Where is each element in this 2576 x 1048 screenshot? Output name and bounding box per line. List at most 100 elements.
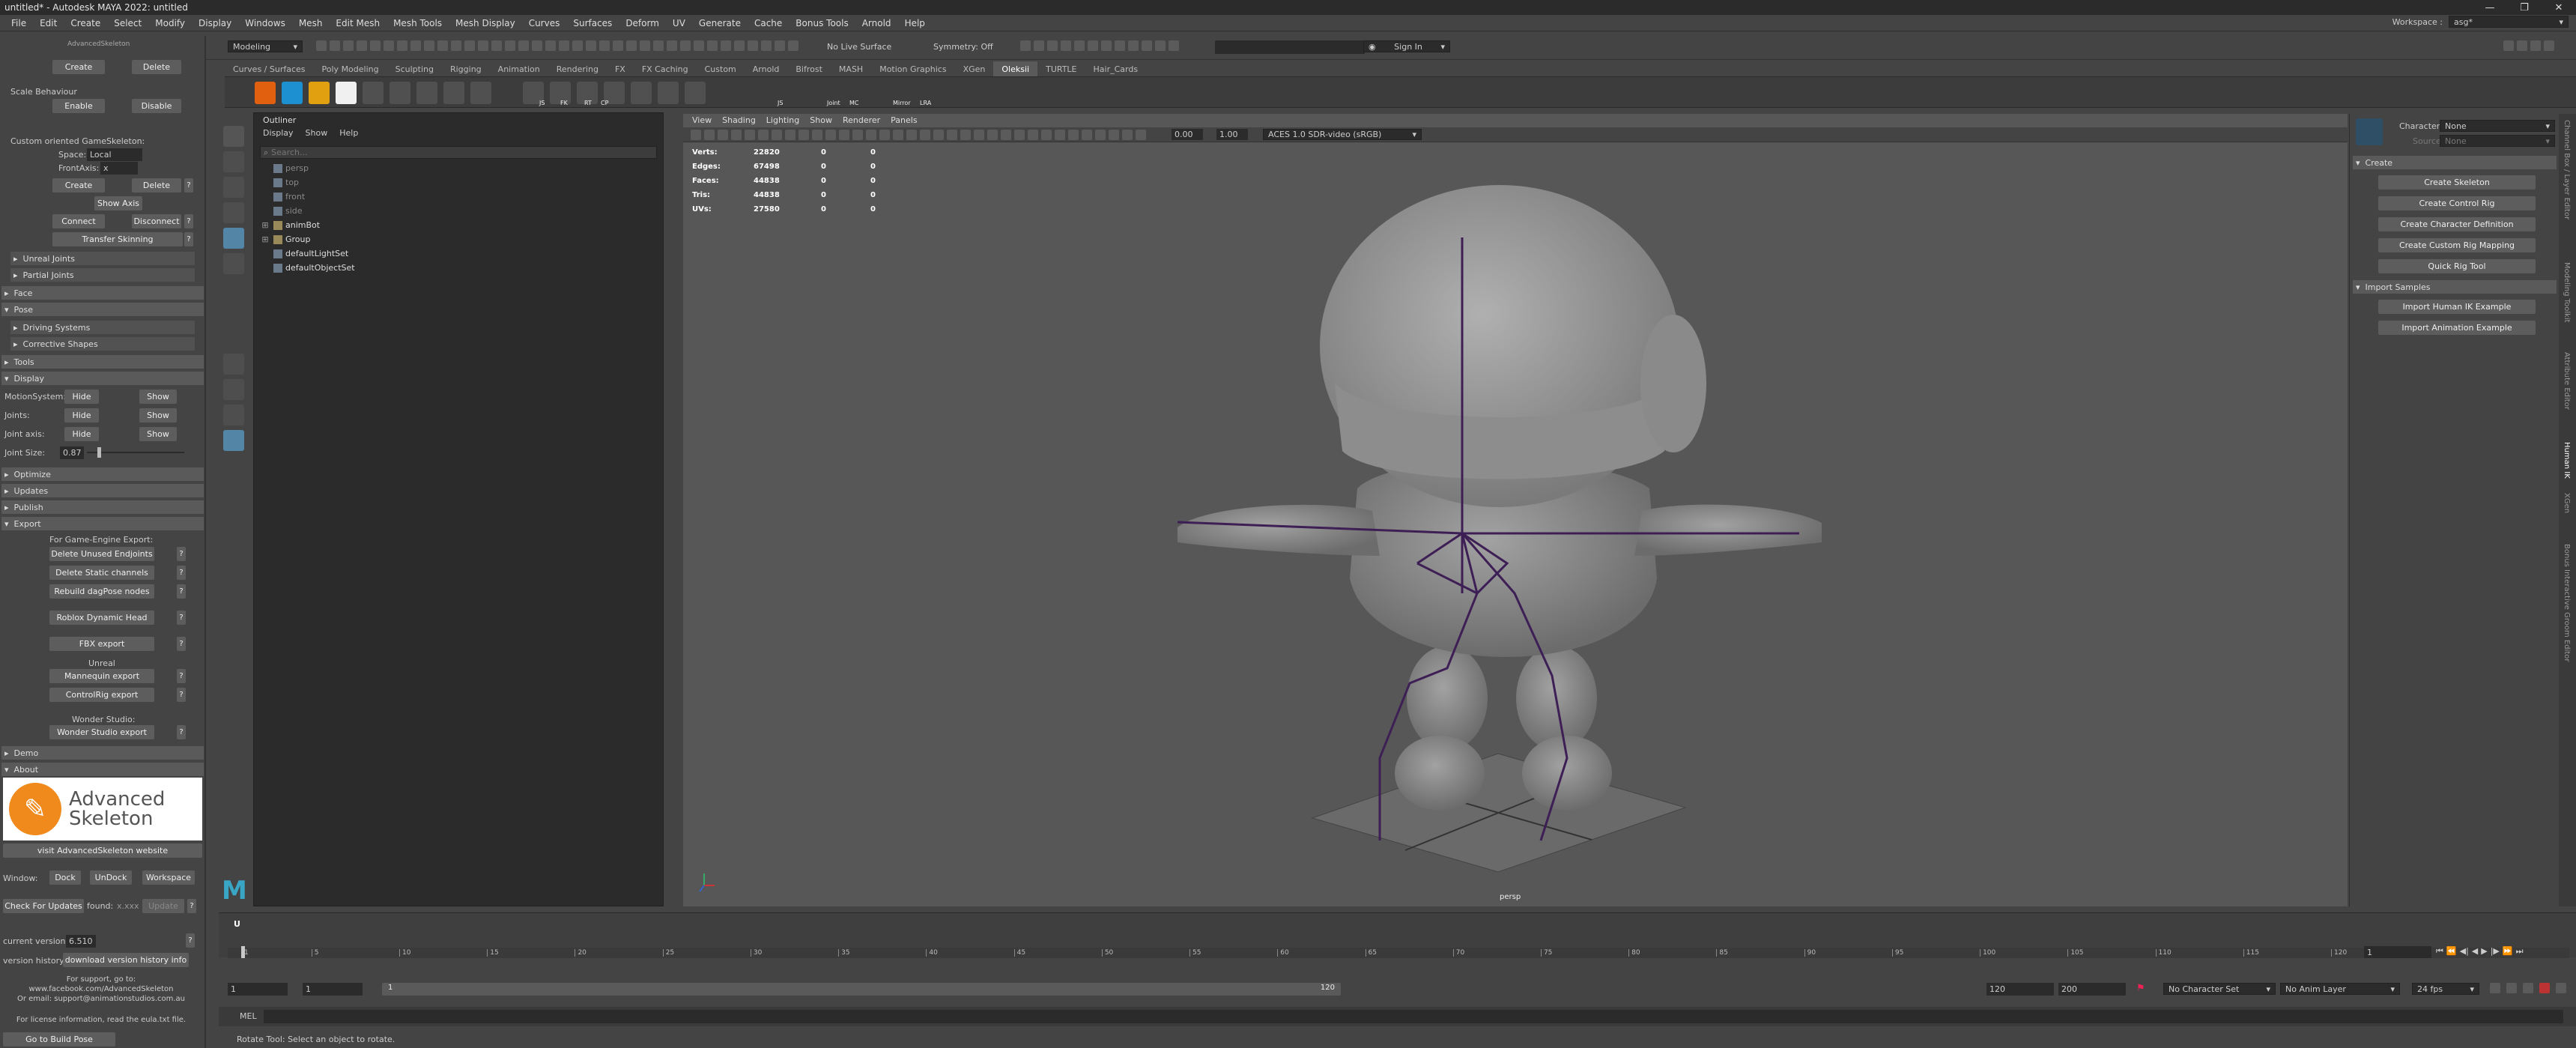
shelf-tab-motion-graphics[interactable]: Motion Graphics: [871, 61, 954, 76]
shelf-tool-icon[interactable]: [631, 82, 652, 104]
menu-select[interactable]: Select: [107, 18, 148, 28]
shelf-tab-animation[interactable]: Animation: [490, 61, 548, 76]
statusline-tool-icon[interactable]: [748, 40, 758, 51]
menu-edit[interactable]: Edit: [33, 18, 64, 28]
menu-arnold[interactable]: Arnold: [855, 18, 898, 28]
game-delete-button[interactable]: Delete: [132, 178, 181, 193]
current-frame-field[interactable]: 1: [2364, 946, 2431, 958]
menu-set-dropdown[interactable]: Modeling ▾: [228, 40, 303, 52]
statusline-tool-icon[interactable]: [586, 40, 596, 51]
shelf-tab-fx[interactable]: FX: [607, 61, 634, 76]
statusline-tool-icon[interactable]: [505, 40, 515, 51]
updates-section[interactable]: ▸ Updates: [1, 484, 204, 497]
layout-icon[interactable]: [2517, 40, 2527, 51]
menu-uv[interactable]: UV: [666, 18, 692, 28]
joint-size-field[interactable]: 0.87: [60, 446, 84, 459]
quick-rig-tool-button[interactable]: Quick Rig Tool: [2378, 259, 2536, 273]
statusline-tool-icon[interactable]: [545, 40, 556, 51]
outliner-menu-help[interactable]: Help: [339, 128, 358, 138]
help-button[interactable]: ?: [184, 214, 193, 228]
shelf-tool-icon[interactable]: [282, 82, 303, 104]
delete-static-channels-button[interactable]: Delete Static channels: [49, 566, 154, 580]
step-back-icon[interactable]: ◀|: [2460, 946, 2469, 958]
auto-key-icon[interactable]: ⚑: [2136, 983, 2153, 996]
shelf-tab-rendering[interactable]: Rendering: [548, 61, 607, 76]
wonder-studio-export-button[interactable]: Wonder Studio export: [49, 725, 154, 739]
about-section[interactable]: ▾ About: [1, 763, 204, 776]
workspace-button[interactable]: Workspace: [142, 870, 195, 885]
layout-single-icon[interactable]: [223, 354, 244, 375]
create-custom-rig-mapping-button[interactable]: Create Custom Rig Mapping: [2378, 238, 2536, 252]
layout-icon[interactable]: [2530, 40, 2541, 51]
shelf-tab-mash[interactable]: MASH: [831, 61, 871, 76]
delete-button[interactable]: Delete: [132, 60, 181, 74]
dock-button[interactable]: Dock: [49, 870, 81, 885]
lasso-tool-icon[interactable]: [223, 151, 244, 172]
tools-section[interactable]: ▸ Tools: [1, 355, 204, 369]
pose-section[interactable]: ▾ Pose: [1, 303, 204, 316]
support-line-3[interactable]: Or email: support@animationstudios.com.a…: [0, 995, 202, 1003]
statusline-tool-icon[interactable]: [343, 40, 354, 51]
menu-edit-mesh[interactable]: Edit Mesh: [329, 18, 387, 28]
statusline-tool-icon[interactable]: [721, 40, 731, 51]
statusline-tool-icon[interactable]: [410, 40, 421, 51]
menu-windows[interactable]: Windows: [238, 18, 292, 28]
motion-show-button[interactable]: Show: [139, 390, 177, 404]
character-dropdown[interactable]: None ▾: [2440, 120, 2555, 132]
menu-deform[interactable]: Deform: [619, 18, 666, 28]
shelf-tab-fx-caching[interactable]: FX Caching: [634, 61, 697, 76]
statusline-tool-icon[interactable]: [370, 40, 381, 51]
menu-surfaces[interactable]: Surfaces: [566, 18, 619, 28]
menu-mesh-display[interactable]: Mesh Display: [449, 18, 522, 28]
create-button[interactable]: Create: [52, 60, 105, 74]
record-icon[interactable]: [2539, 983, 2550, 993]
cache-icon[interactable]: [2523, 983, 2533, 993]
symmetry-label[interactable]: Symmetry: Off: [933, 42, 993, 52]
export-section[interactable]: ▾ Export: [1, 517, 204, 530]
outliner-item[interactable]: defaultObjectSet: [260, 261, 657, 275]
help-button[interactable]: ?: [177, 669, 186, 683]
statusline-tool-icon[interactable]: [775, 40, 785, 51]
preferences-icon[interactable]: [2556, 983, 2566, 993]
character-set-dropdown[interactable]: No Character Set ▾: [2163, 983, 2276, 995]
render-tool-icon[interactable]: [1088, 40, 1098, 51]
shelf-tool-icon[interactable]: [255, 82, 276, 104]
current-frame-marker[interactable]: [241, 946, 245, 958]
help-button[interactable]: ?: [177, 584, 186, 599]
help-button[interactable]: ?: [177, 547, 186, 561]
render-tool-icon[interactable]: [1020, 40, 1031, 51]
partial-joints-section[interactable]: ▸ Partial Joints: [10, 268, 195, 282]
help-button[interactable]: ?: [177, 637, 186, 651]
menu-generate[interactable]: Generate: [692, 18, 748, 28]
statusline-tool-icon[interactable]: [734, 40, 745, 51]
delete-unused-endjoints-button[interactable]: Delete Unused Endjoints: [49, 547, 154, 561]
shelf-tool-icon[interactable]: [443, 82, 464, 104]
create-skeleton-button[interactable]: Create Skeleton: [2378, 175, 2536, 190]
statusline-tool-icon[interactable]: [330, 40, 340, 51]
menu-file[interactable]: File: [4, 18, 33, 28]
outliner-menu-show[interactable]: Show: [306, 128, 328, 138]
shelf-tab-sculpting[interactable]: Sculpting: [387, 61, 442, 76]
axis-show-button[interactable]: Show: [139, 427, 177, 441]
support-line-2[interactable]: www.facebook.com/AdvancedSkeleton: [0, 985, 202, 993]
shelf-tab-oleksii[interactable]: Oleksii: [993, 61, 1038, 76]
front-axis-dropdown[interactable]: x: [100, 162, 138, 175]
side-tab-human-ik[interactable]: Human IK: [2559, 442, 2576, 487]
play-back-icon[interactable]: ◀: [2472, 946, 2478, 958]
help-button[interactable]: ?: [187, 899, 196, 913]
import-human-ik-example-button[interactable]: Import Human IK Example: [2378, 300, 2536, 314]
quick-search-field[interactable]: [1215, 40, 1365, 54]
outliner-item[interactable]: persp: [260, 161, 657, 175]
statusline-tool-icon[interactable]: [424, 40, 434, 51]
statusline-tool-icon[interactable]: [397, 40, 407, 51]
layout-icon[interactable]: [2544, 40, 2554, 51]
help-button[interactable]: ?: [186, 933, 195, 948]
time-slider[interactable]: U 1 5 10 15 20 25 30 35 40 45 50 55 60 65 70 75 80 85 90 95…: [219, 912, 2576, 958]
render-tool-icon[interactable]: [1142, 40, 1152, 51]
show-axis-button[interactable]: Show Axis: [94, 196, 142, 210]
statusline-tool-icon[interactable]: [478, 40, 488, 51]
scale-enable-button[interactable]: Enable: [52, 99, 105, 113]
menu-curves[interactable]: Curves: [522, 18, 567, 28]
playback-end-field[interactable]: 120: [1986, 983, 2054, 996]
play-forward-icon[interactable]: ▶: [2481, 946, 2487, 958]
